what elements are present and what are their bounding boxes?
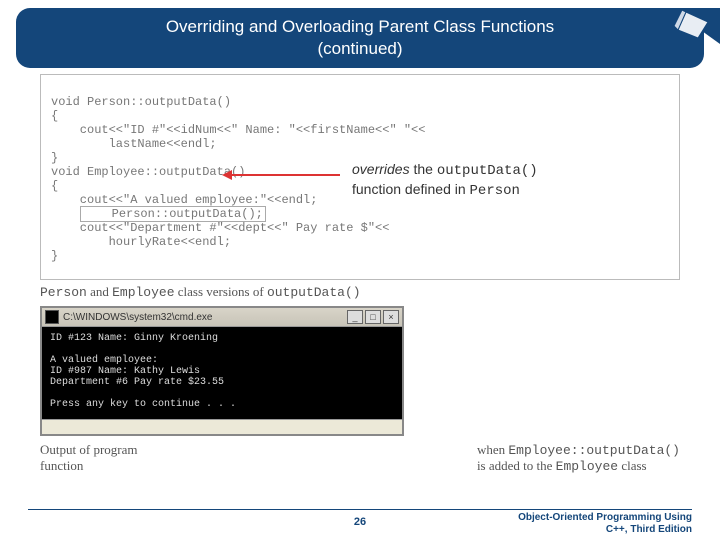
figure-caption-1: Person and Employee class versions of ou…: [40, 284, 680, 300]
code-line: void Employee::outputData(): [51, 165, 245, 179]
cap-mono: Employee: [112, 285, 174, 300]
override-callout: overrides the outputData() function defi…: [352, 160, 538, 200]
cap-text: is added to the: [477, 458, 556, 473]
callout-text: the: [410, 161, 437, 177]
book-line: C++, Third Edition: [518, 524, 692, 536]
book-title: Object-Oriented Programming Using C++, T…: [518, 512, 692, 536]
close-button[interactable]: ×: [383, 310, 399, 324]
callout-text: function defined in: [352, 181, 470, 197]
console-titlebar: C:\WINDOWS\system32\cmd.exe _ □ ×: [42, 308, 402, 327]
cap-mono: Person: [40, 285, 87, 300]
cap-mono: Employee::outputData(): [508, 443, 680, 458]
console-window: C:\WINDOWS\system32\cmd.exe _ □ × ID #12…: [40, 306, 404, 436]
code-line: cout<<"A valued employee:"<<endl;: [51, 193, 317, 207]
callout-emph: overrides: [352, 161, 410, 177]
figure-caption-2: Output of program function when Employee…: [40, 442, 680, 474]
console-line: ID #987 Name: Kathy Lewis: [50, 366, 200, 377]
callout-mono: Person: [470, 183, 520, 199]
console-line: Department #6 Pay rate $23.55: [50, 377, 224, 388]
cmd-icon: [45, 310, 59, 324]
code-line: cout<<"Department #"<<dept<<" Pay rate $…: [51, 221, 389, 235]
cap-text: Output of program: [40, 442, 137, 458]
footer-rule: [28, 509, 692, 510]
cap-text: class versions of: [175, 284, 267, 299]
cap-text: function: [40, 458, 137, 474]
console-line: Press any key to continue . . .: [50, 399, 236, 410]
slide-title: Overriding and Overloading Parent Class …: [16, 8, 704, 68]
code-line-highlight: Person::outputData();: [80, 206, 266, 222]
code-line: lastName<<endl;: [51, 137, 217, 151]
code-line: }: [51, 249, 58, 263]
code-line: {: [51, 179, 58, 193]
minimize-button[interactable]: _: [347, 310, 363, 324]
cap-mono: outputData(): [267, 285, 361, 300]
book-line: Object-Oriented Programming Using: [518, 512, 692, 524]
cap-mono: Employee: [556, 459, 618, 474]
code-line: {: [51, 109, 58, 123]
maximize-button[interactable]: □: [365, 310, 381, 324]
code-line: void Person::outputData(): [51, 95, 231, 109]
code-line: hourlyRate<<endl;: [51, 235, 231, 249]
title-line-2: (continued): [36, 38, 684, 60]
callout-mono: outputData(): [437, 163, 538, 179]
console-statusbar: [42, 419, 402, 434]
console-line: A valued employee:: [50, 355, 158, 366]
code-line: cout<<"ID #"<<idNum<<" Name: "<<firstNam…: [51, 123, 425, 137]
cap-text: class: [618, 458, 647, 473]
console-line: ID #123 Name: Ginny Kroening: [50, 333, 218, 344]
logo-corner: [650, 8, 720, 64]
title-line-1: Overriding and Overloading Parent Class …: [36, 16, 684, 38]
cap-text: when: [477, 442, 508, 457]
cap2-left: Output of program function: [40, 442, 137, 474]
console-output: ID #123 Name: Ginny Kroening A valued em…: [42, 327, 402, 419]
cap-text: and: [87, 284, 112, 299]
cap2-right: when Employee::outputData() is added to …: [477, 442, 680, 474]
console-title: C:\WINDOWS\system32\cmd.exe: [63, 312, 212, 323]
code-line: }: [51, 151, 58, 165]
arrow-icon: [230, 174, 340, 176]
